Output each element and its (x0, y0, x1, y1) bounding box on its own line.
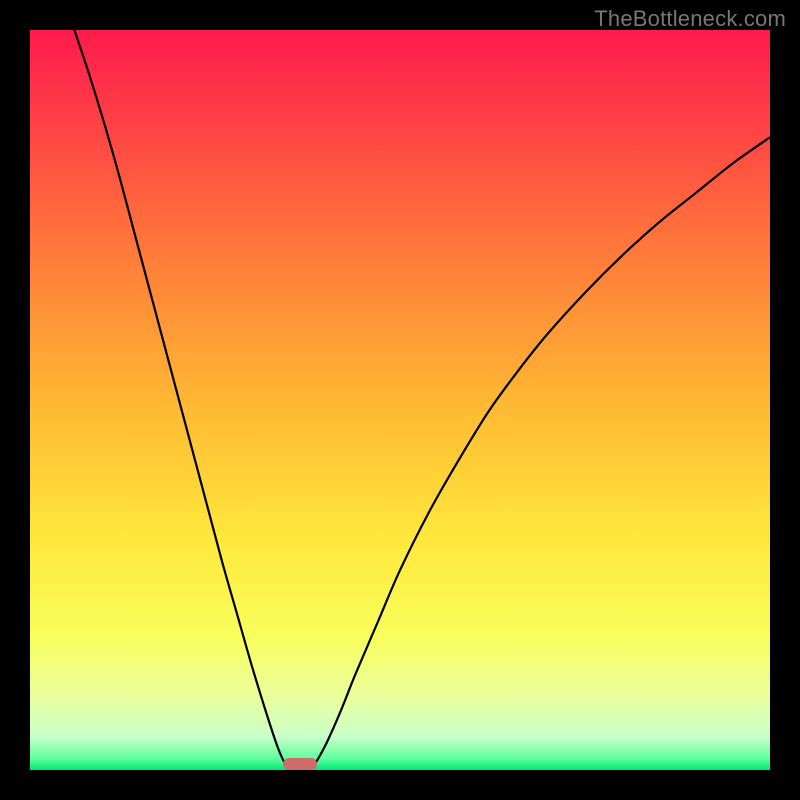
watermark-text: TheBottleneck.com (594, 6, 786, 32)
bottleneck-curve (30, 30, 770, 770)
chart-frame: TheBottleneck.com (0, 0, 800, 800)
minimum-marker (283, 758, 316, 770)
plot-area (30, 30, 770, 770)
curve-left-branch (74, 30, 290, 770)
curve-right-branch (310, 137, 770, 770)
